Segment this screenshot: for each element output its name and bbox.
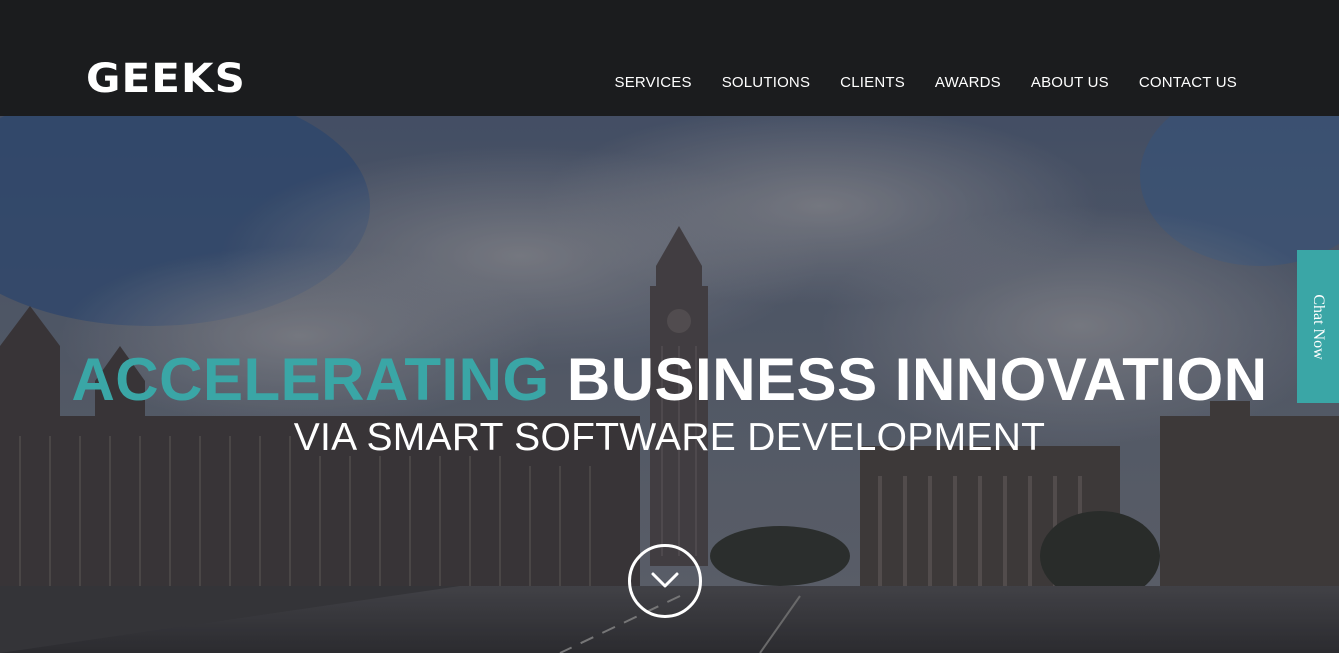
nav-contact-us[interactable]: CONTACT US (1139, 74, 1237, 91)
scroll-down-button[interactable] (628, 544, 702, 618)
site-header: GEEKS SERVICES SOLUTIONS CLIENTS AWARDS … (0, 0, 1339, 116)
nav-services[interactable]: SERVICES (615, 74, 692, 91)
chevron-down-icon (651, 572, 679, 588)
chat-now-label: Chat Now (1310, 293, 1327, 360)
nav-awards[interactable]: AWARDS (935, 74, 1001, 91)
hero-subheadline: VIA SMART SOFTWARE DEVELOPMENT (293, 416, 1046, 459)
headline-main: BUSINESS INNOVATION (566, 346, 1268, 413)
nav-solutions[interactable]: SOLUTIONS (722, 74, 810, 91)
hero-section: ACCELERATING BUSINESS INNOVATION VIA SMA… (0, 116, 1339, 653)
nav-about-us[interactable]: ABOUT US (1031, 74, 1109, 91)
main-nav: SERVICES SOLUTIONS CLIENTS AWARDS ABOUT … (615, 74, 1238, 91)
chat-now-tab[interactable]: Chat Now (1297, 250, 1339, 403)
site-logo[interactable]: GEEKS (86, 58, 246, 100)
headline-accent: ACCELERATING (71, 346, 550, 413)
hero-headline: ACCELERATING BUSINESS INNOVATION (0, 345, 1339, 415)
nav-clients[interactable]: CLIENTS (840, 74, 905, 91)
